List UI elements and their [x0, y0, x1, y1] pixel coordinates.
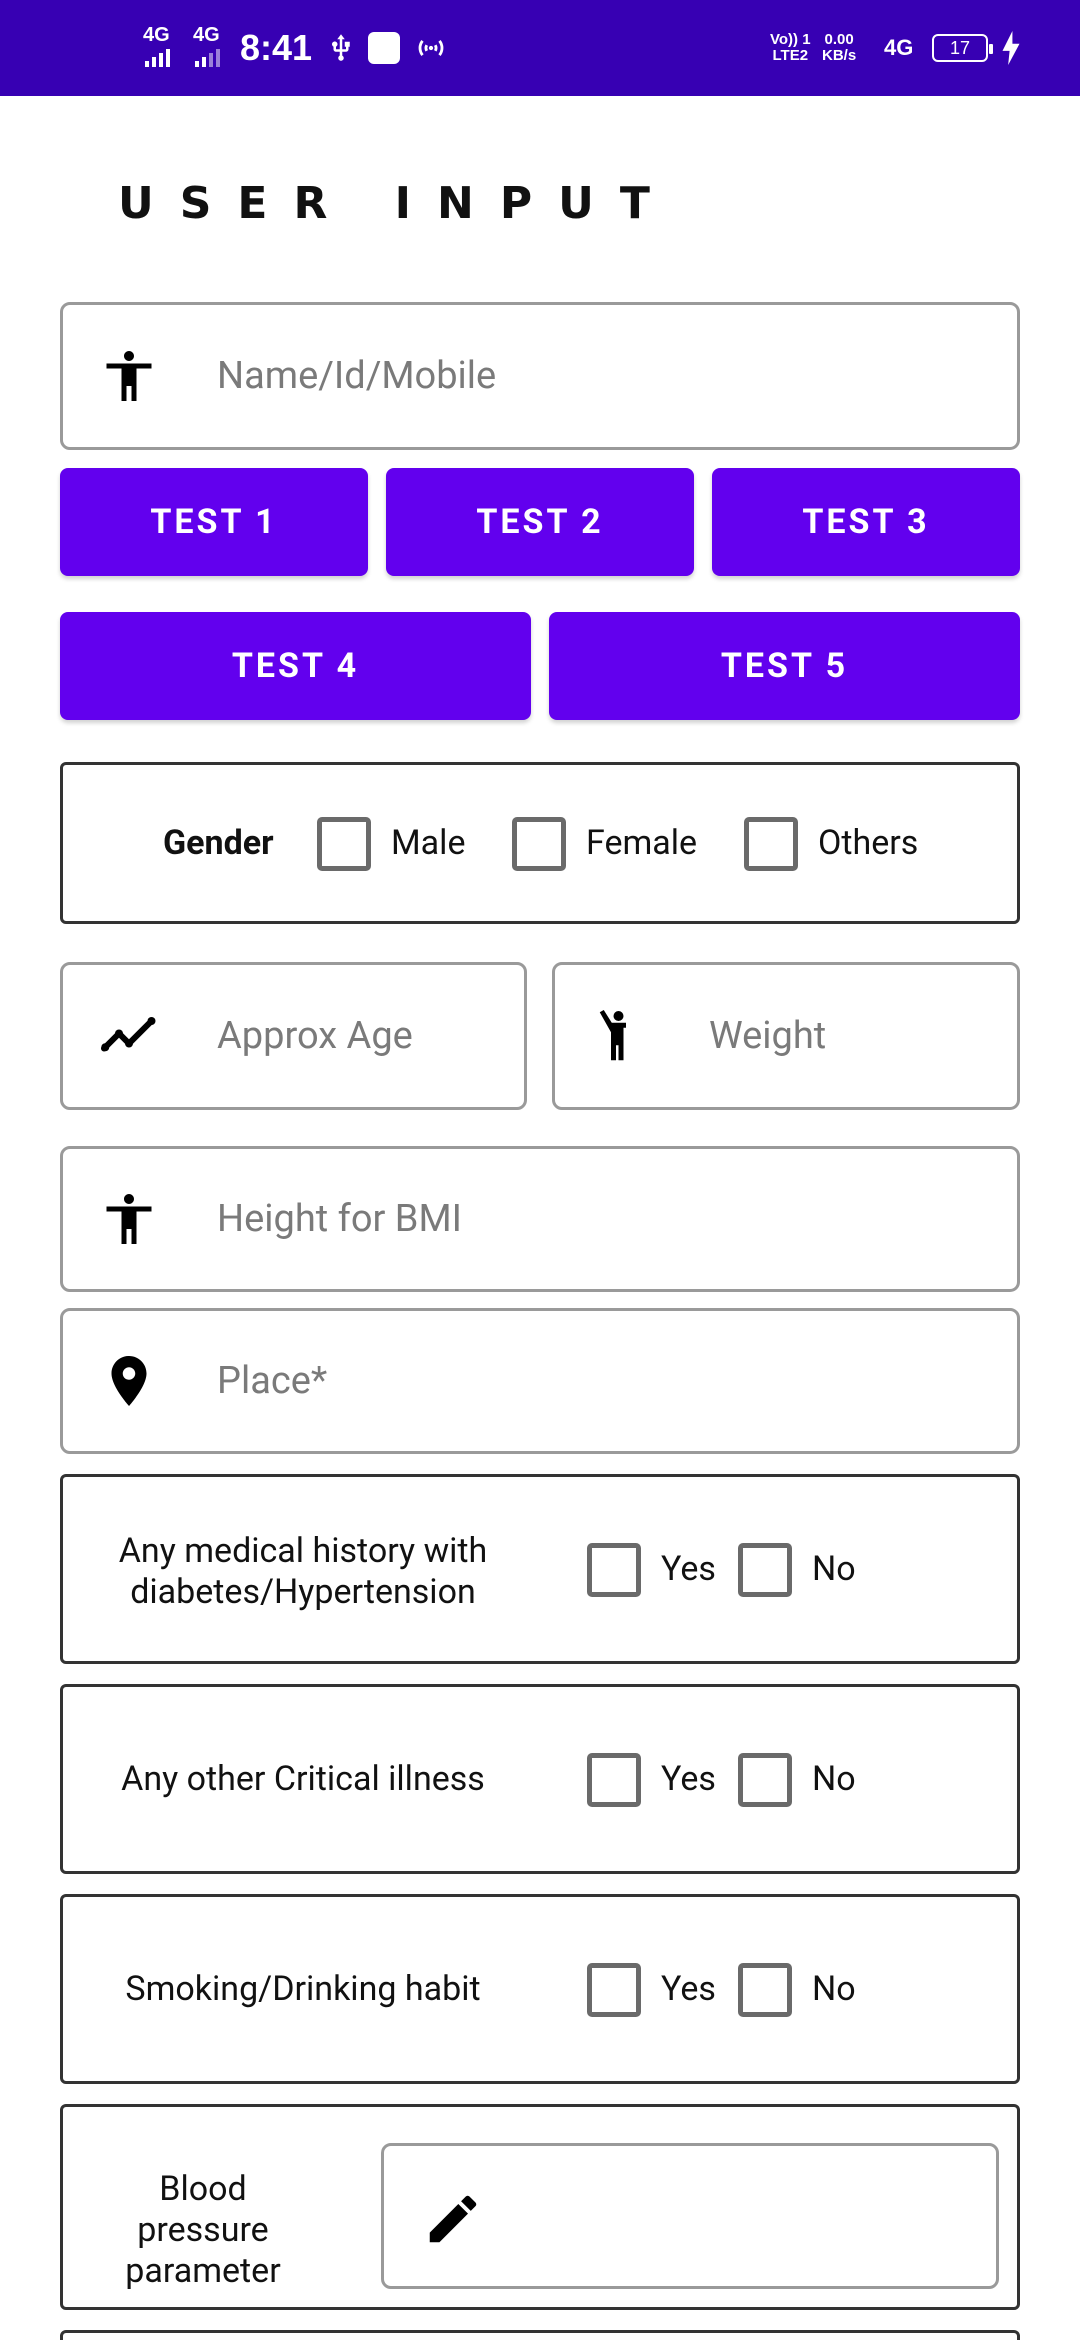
accessibility-icon — [106, 1194, 152, 1244]
usb-icon — [326, 0, 356, 96]
data-speed: 0.00 KB/s — [822, 0, 856, 96]
accessibility-icon — [106, 351, 152, 401]
smoking-habit-label: Smoking/Drinking habit — [125, 1969, 481, 2009]
network-type-1: 4G — [143, 23, 170, 46]
medical-history-yes-checkbox[interactable] — [587, 1543, 641, 1597]
gender-card: Gender Male Female Others — [60, 762, 1020, 924]
clock: 8:41 — [240, 27, 313, 68]
volte-bottom: LTE2 — [772, 47, 809, 64]
mobile-data-indicator: 4G — [884, 0, 913, 96]
age-placeholder: Approx Age — [217, 1014, 413, 1058]
critical-illness-card: Any other Critical illness Yes No — [60, 1684, 1020, 1874]
battery-icon: 17 — [932, 34, 993, 62]
pencil-icon — [429, 2195, 477, 2243]
critical-illness-no-label: No — [812, 1759, 856, 1799]
test-2-button[interactable]: TEST 2 — [386, 468, 694, 576]
gender-label: Gender — [163, 823, 274, 863]
speed-unit: KB/s — [822, 47, 857, 64]
smoking-habit-no-label: No — [812, 1969, 856, 2009]
weight-placeholder: Weight — [709, 1014, 827, 1058]
next-card — [60, 2330, 1020, 2340]
blood-pressure-input[interactable] — [381, 2143, 999, 2289]
gender-others-label: Others — [818, 823, 919, 863]
age-input[interactable]: Approx Age — [60, 962, 527, 1110]
signal-bars-icon — [195, 45, 220, 67]
name-placeholder: Name/Id/Mobile — [217, 354, 497, 398]
network-type-3: 4G — [884, 35, 914, 60]
test-1-button[interactable]: TEST 1 — [60, 468, 368, 576]
smoking-habit-yes-label: Yes — [661, 1969, 716, 2009]
weight-input[interactable]: Weight — [552, 962, 1020, 1110]
test-3-button[interactable]: TEST 3 — [712, 468, 1020, 576]
medical-history-yes-label: Yes — [661, 1549, 716, 1589]
name-input[interactable]: Name/Id/Mobile — [60, 302, 1020, 450]
critical-illness-label: Any other Critical illness — [121, 1759, 485, 1799]
test-4-button[interactable]: TEST 4 — [60, 612, 531, 720]
medical-history-label: Any medical history with diabetes/Hypert… — [118, 1531, 488, 1612]
network-type-2: 4G — [193, 23, 220, 46]
speed-value: 0.00 — [824, 31, 854, 49]
medical-history-card: Any medical history with diabetes/Hypert… — [60, 1474, 1020, 1664]
place-input[interactable]: Place* — [60, 1308, 1020, 1454]
medical-history-no-checkbox[interactable] — [738, 1543, 792, 1597]
signal-2: 4G — [193, 0, 220, 96]
critical-illness-yes-label: Yes — [661, 1759, 716, 1799]
status-bar: 4G 4G 8:41 Vo)) 1 LTE2 0.00 KB/s 4G 17 — [0, 0, 1080, 96]
page-title: USER INPUT — [118, 178, 676, 229]
signal-1: 4G — [143, 0, 170, 96]
charging-icon — [1000, 0, 1022, 96]
gender-male-label: Male — [391, 823, 466, 863]
smoking-habit-card: Smoking/Drinking habit Yes No — [60, 1894, 1020, 2084]
gender-female-checkbox[interactable] — [512, 817, 566, 871]
trending-icon — [101, 1017, 156, 1052]
height-placeholder: Height for BMI — [217, 1197, 462, 1241]
signal-bars-icon — [145, 45, 170, 67]
location-pin-icon — [111, 1356, 147, 1406]
test-5-button[interactable]: TEST 5 — [549, 612, 1020, 720]
battery-level: 17 — [949, 37, 971, 58]
battery-indicator: 17 — [932, 0, 993, 96]
height-input[interactable]: Height for BMI — [60, 1146, 1020, 1292]
person-waving-icon — [599, 1010, 626, 1061]
volte-indicator: Vo)) 1 LTE2 — [770, 0, 811, 96]
hotspot-icon — [414, 0, 448, 96]
critical-illness-yes-checkbox[interactable] — [587, 1753, 641, 1807]
gender-others-checkbox[interactable] — [744, 817, 798, 871]
smoking-habit-yes-checkbox[interactable] — [587, 1963, 641, 2017]
blood-pressure-label: Blood pressure parameter — [125, 2169, 281, 2291]
blood-pressure-card: Blood pressure parameter — [60, 2104, 1020, 2310]
medical-history-no-label: No — [812, 1549, 856, 1589]
usb-debug-icon — [368, 0, 400, 96]
gender-male-checkbox[interactable] — [317, 817, 371, 871]
gender-female-label: Female — [586, 823, 698, 863]
volte-top: Vo)) 1 — [770, 31, 811, 49]
critical-illness-no-checkbox[interactable] — [738, 1753, 792, 1807]
place-placeholder: Place* — [217, 1359, 328, 1403]
smoking-habit-no-checkbox[interactable] — [738, 1963, 792, 2017]
